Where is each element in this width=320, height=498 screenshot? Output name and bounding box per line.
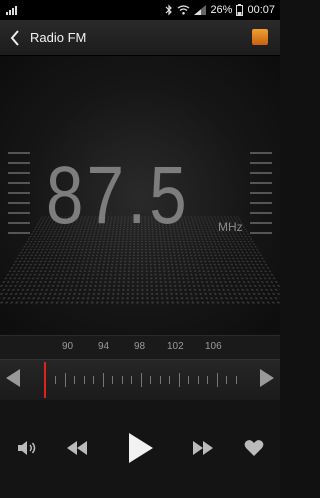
cell-signal-icon — [194, 5, 207, 15]
tuner-label: 106 — [205, 341, 222, 352]
tuner-tick — [188, 376, 189, 384]
volume-button[interactable] — [16, 430, 38, 466]
tune-up-button[interactable] — [260, 369, 274, 387]
frequency-value: 87.5 — [45, 150, 190, 241]
page-title: Radio FM — [30, 30, 87, 45]
app-bar: Radio FM — [0, 20, 280, 56]
tuner-dial[interactable] — [0, 359, 280, 401]
tuner-label: 102 — [167, 341, 184, 352]
tuner-tick — [131, 376, 132, 384]
tuner-tick — [207, 376, 208, 384]
right-level-scale — [250, 152, 272, 234]
tuner-tick — [102, 373, 104, 387]
tuner-label: 90 — [62, 341, 74, 352]
playback-controls — [0, 400, 280, 498]
battery-icon — [236, 4, 244, 16]
tuner-tick — [150, 376, 151, 384]
play-icon — [129, 433, 153, 463]
heart-icon — [244, 440, 264, 456]
tuner-tick — [121, 376, 123, 384]
tuner-tick — [197, 376, 199, 384]
tuner-tick — [226, 376, 227, 384]
wifi-icon — [178, 5, 190, 15]
status-time: 00:07 — [247, 4, 275, 16]
tuner-tick — [74, 376, 75, 384]
app-logo-icon[interactable] — [252, 29, 268, 45]
tuner-tick — [169, 376, 170, 384]
speaker-icon — [18, 441, 36, 455]
chevron-left-icon — [10, 29, 19, 46]
tuner-tick — [178, 373, 180, 387]
tuner-tick — [64, 373, 66, 387]
status-right: 26% 00:07 — [165, 4, 280, 16]
tuner-tick — [55, 376, 56, 384]
tuner-tick — [235, 376, 237, 384]
status-left — [0, 5, 17, 15]
rewind-button[interactable] — [64, 430, 90, 466]
bluetooth-icon — [166, 4, 173, 16]
play-button[interactable] — [124, 428, 156, 468]
tuner-tick — [159, 376, 161, 384]
tuner-scale-labels: 90 94 98 102 106 — [0, 335, 280, 360]
signal-notification-icon — [6, 5, 17, 15]
favorite-button[interactable] — [242, 430, 266, 466]
tuner-tick — [140, 373, 142, 387]
frequency-unit: MHz — [218, 220, 243, 234]
back-button[interactable] — [0, 20, 30, 55]
status-bar: 26% 00:07 — [0, 0, 280, 20]
tuner-tick — [216, 373, 218, 387]
rewind-icon — [67, 441, 87, 455]
tuner-label: 94 — [98, 341, 110, 352]
fast-forward-icon — [193, 441, 213, 455]
tune-down-button[interactable] — [6, 369, 20, 387]
battery-percent: 26% — [210, 4, 233, 16]
tuner-tick — [93, 376, 94, 384]
tuner-tick — [112, 376, 113, 384]
tuner-tick — [83, 376, 85, 384]
fast-forward-button[interactable] — [190, 430, 216, 466]
tuner-needle[interactable] — [44, 362, 46, 398]
frequency-display: 87.5 MHz — [0, 56, 280, 334]
tuner-label: 98 — [134, 341, 146, 352]
